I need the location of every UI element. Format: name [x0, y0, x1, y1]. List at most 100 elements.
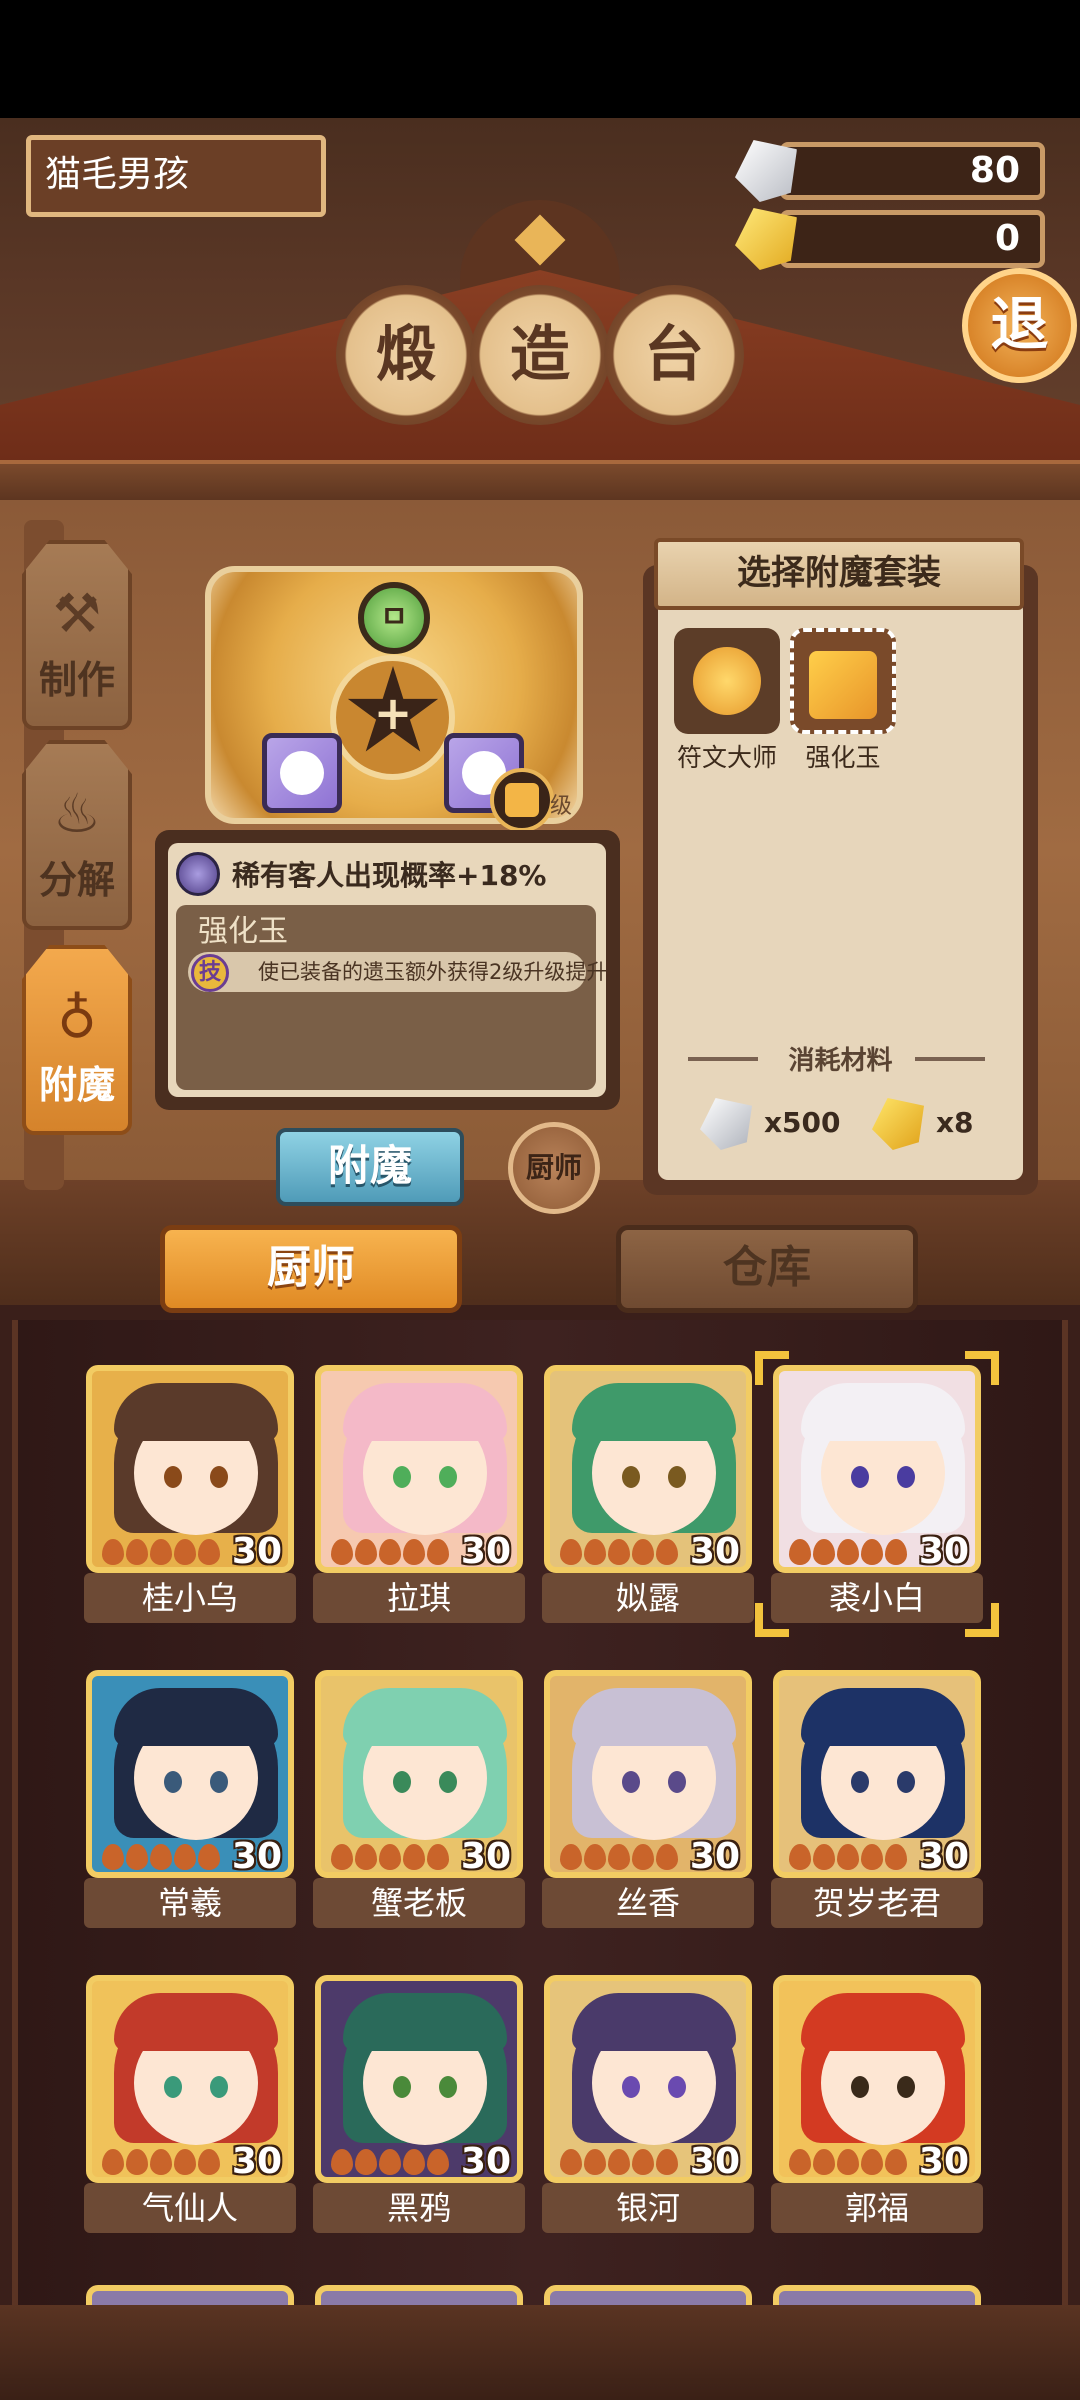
set-item-rune-master[interactable]: [674, 628, 780, 734]
chef-name: 气仙人: [84, 2183, 296, 2233]
chef-portrait: 30: [773, 1975, 981, 2183]
flame-icon: [174, 2149, 196, 2175]
chef-bangs: [572, 1993, 736, 2051]
chef-bangs: [572, 1688, 736, 1746]
flame-icon: [331, 1539, 353, 1565]
chef-eye: [668, 1466, 686, 1488]
chef-card[interactable]: 30 常羲: [84, 1670, 296, 1928]
chef-select-button[interactable]: 厨师: [508, 1122, 600, 1214]
chef-card[interactable]: 30 郭福: [771, 1975, 983, 2233]
chef-card[interactable]: 30 贺岁老君: [771, 1670, 983, 1928]
chef-card[interactable]: 30 黑鸦: [313, 1975, 525, 2233]
flame-icon: [789, 1844, 811, 1870]
chef-eye: [897, 1466, 915, 1488]
chef-card[interactable]: 30 银河: [542, 1975, 754, 2233]
chef-eye: [851, 1771, 869, 1793]
chef-level: 30: [231, 1836, 282, 1877]
chef-card[interactable]: 30 丝香: [542, 1670, 754, 1928]
chef-portrait: 30: [544, 1365, 752, 1573]
chef-eye: [622, 2076, 640, 2098]
chef-name: 常羲: [84, 1878, 296, 1928]
star-rating: [560, 2149, 680, 2177]
chef-card[interactable]: 30 裘小白: [755, 1351, 999, 1637]
star-rating: [789, 2149, 909, 2177]
chef-eye: [164, 1466, 182, 1488]
player-name[interactable]: 猫毛男孩: [26, 135, 326, 217]
flame-icon: [331, 1844, 353, 1870]
chef-eye: [164, 1771, 182, 1793]
chef-portrait: 30: [86, 1670, 294, 1878]
enchant-set-header: 选择附魔套装: [654, 538, 1024, 610]
chef-eye: [210, 2076, 228, 2098]
flame-icon: [198, 2149, 220, 2175]
chef-portrait: 30: [315, 1365, 523, 1573]
flame-icon: [150, 2149, 172, 2175]
flame-icon: [427, 1539, 449, 1565]
selection-corner: [755, 1603, 789, 1637]
enchant-button[interactable]: 附魔: [276, 1128, 464, 1206]
chef-slot-left[interactable]: [262, 733, 342, 813]
flame-icon: [837, 1539, 859, 1565]
flame-icon: [837, 2149, 859, 2175]
flame-icon: [379, 2149, 401, 2175]
set-item-enhance-jade[interactable]: [790, 628, 896, 734]
skill-text: 使已装备的遗玉额外获得2级升级提升: [258, 960, 608, 984]
enhance-jade-icon: [505, 783, 539, 817]
chef-eye: [668, 2076, 686, 2098]
chef-bangs: [114, 1993, 278, 2051]
chef-eye: [439, 2076, 457, 2098]
chef-bangs: [343, 1993, 507, 2051]
chef-eye: [897, 2076, 915, 2098]
gold-count: 0: [780, 210, 1045, 268]
chef-portrait: 30: [773, 1365, 981, 1573]
chef-level: 30: [460, 2141, 511, 2182]
flame-icon: ♨: [52, 782, 102, 845]
chef-name: 拉琪: [313, 1573, 525, 1623]
flame-icon: [355, 1539, 377, 1565]
flame-icon: [379, 1539, 401, 1565]
chef-name: 桂小乌: [84, 1573, 296, 1623]
chef-card[interactable]: 30 姒露: [542, 1365, 754, 1623]
chef-portrait: 30: [86, 1975, 294, 2183]
chef-eye: [851, 1466, 869, 1488]
chef-card[interactable]: 30 拉琪: [313, 1365, 525, 1623]
cost-title: 消耗材料: [788, 1046, 893, 1076]
flame-icon: [560, 2149, 582, 2175]
flame-icon: [584, 1844, 606, 1870]
tab-craft[interactable]: ⚒ 制作: [22, 540, 132, 730]
chef-eye: [622, 1771, 640, 1793]
roof-beam: [0, 460, 1080, 500]
chef-name: 郭福: [771, 2183, 983, 2233]
chef-bangs: [114, 1383, 278, 1441]
chef-eye: [393, 1466, 411, 1488]
chef-name: 丝香: [542, 1878, 754, 1928]
chef-eye: [439, 1466, 457, 1488]
title-char-3: 台: [604, 285, 744, 425]
tab-warehouse[interactable]: 仓库: [616, 1225, 918, 1313]
selection-corner: [965, 1603, 999, 1637]
chef-eye: [439, 1771, 457, 1793]
guest-avatar-icon: [176, 852, 220, 896]
flame-icon: [632, 2149, 654, 2175]
flame-icon: [861, 1844, 883, 1870]
chef-name: 黑鸦: [313, 2183, 525, 2233]
tab-enchant[interactable]: ♁ 附魔: [22, 945, 132, 1135]
bottom-bar: [0, 2305, 1080, 2400]
tab-chef[interactable]: 厨师: [160, 1225, 462, 1313]
flame-icon: [126, 2149, 148, 2175]
flame-icon: [861, 2149, 883, 2175]
chef-card[interactable]: 30 蟹老板: [313, 1670, 525, 1928]
chef-level: 30: [689, 1531, 740, 1572]
flame-icon: [813, 2149, 835, 2175]
chef-eye: [897, 1771, 915, 1793]
flame-icon: [379, 1844, 401, 1870]
chef-face-icon: [280, 751, 324, 795]
chef-level: 30: [231, 1531, 282, 1572]
swirl-icon: ♁: [57, 987, 97, 1050]
add-icon[interactable]: +: [370, 690, 416, 736]
tab-decompose[interactable]: ♨ 分解: [22, 740, 132, 930]
flame-icon: [656, 1844, 678, 1870]
chef-card[interactable]: 30 气仙人: [84, 1975, 296, 2233]
exit-button[interactable]: 退: [962, 268, 1077, 383]
chef-card[interactable]: 30 桂小乌: [84, 1365, 296, 1623]
